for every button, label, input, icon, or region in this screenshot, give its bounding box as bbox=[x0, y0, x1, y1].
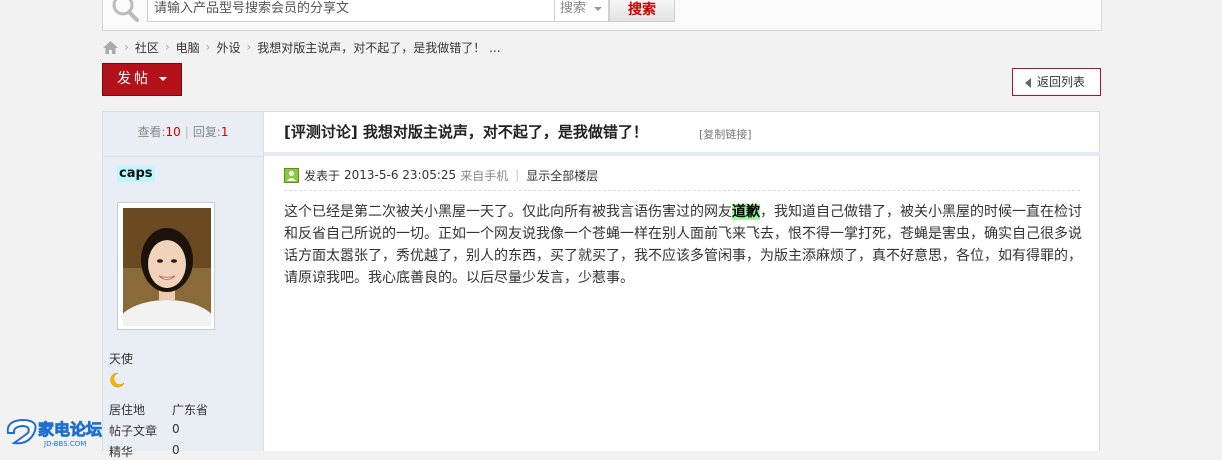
post-content: 这个已经是第二次被关小黑屋一天了。仅此向所有被我言语伤害过的网友道歉，我知道自己… bbox=[284, 201, 1084, 289]
search-type-select[interactable]: 搜索 bbox=[555, 0, 609, 22]
author-rank: 天使 bbox=[109, 352, 134, 366]
chevron-right-icon: › bbox=[164, 40, 170, 54]
chevron-right-icon: › bbox=[246, 40, 252, 54]
search-input[interactable]: 请输入产品型号搜索会员的分享文 bbox=[147, 0, 555, 22]
back-to-list-label: 返回列表 bbox=[1037, 75, 1086, 89]
chevron-down-icon bbox=[159, 77, 167, 81]
thread-stats: 查看:10 | 回复:1 bbox=[103, 112, 263, 152]
home-icon[interactable] bbox=[103, 40, 118, 54]
breadcrumb-item[interactable]: 社区 bbox=[135, 39, 159, 56]
divider bbox=[284, 190, 1080, 191]
post-source: 来自手机 bbox=[460, 168, 509, 183]
logo-domain-text: JD-BBS.COM bbox=[43, 440, 86, 448]
chevron-right-icon: › bbox=[124, 40, 129, 54]
breadcrumb-current[interactable]: 我想对版主说声，对不起了，是我做错了！ ... bbox=[257, 39, 500, 56]
info-value: 广东省 bbox=[172, 403, 209, 417]
online-status-icon bbox=[284, 167, 299, 183]
divider bbox=[103, 156, 263, 157]
post-text: 这个已经是第二次被关小黑屋一天了。仅此向所有被我言语伤害过的网友 bbox=[284, 204, 732, 220]
search-icon[interactable] bbox=[110, 0, 140, 22]
new-post-button[interactable]: 发帖 bbox=[102, 63, 182, 96]
post-timestamp: 2013-5-6 23:05:25 bbox=[344, 168, 457, 182]
search-button[interactable]: 搜索 bbox=[609, 0, 675, 22]
back-to-list-button[interactable]: 返回列表 bbox=[1012, 68, 1101, 96]
info-value: 0 bbox=[172, 443, 180, 457]
views-count: 10 bbox=[165, 125, 181, 139]
posted-label: 发表于 bbox=[304, 168, 341, 183]
moon-icon bbox=[110, 372, 125, 388]
chevron-right-icon: › bbox=[205, 40, 211, 54]
views-label: 查看: bbox=[137, 125, 166, 139]
show-all-floors-link[interactable]: 显示全部楼层 bbox=[526, 167, 598, 184]
divider: | bbox=[184, 125, 189, 139]
divider: | bbox=[515, 168, 520, 182]
site-logo: 家电论坛 JD-BBS.COM bbox=[6, 418, 102, 448]
replies-label: 回复: bbox=[192, 125, 221, 139]
post-meta: 发表于 2013-5-6 23:05:25 来自手机 | 显示全部楼层 bbox=[284, 166, 598, 184]
arrow-left-icon bbox=[1025, 78, 1031, 88]
info-value: 0 bbox=[172, 422, 180, 436]
replies-count: 1 bbox=[220, 125, 229, 139]
chevron-down-icon bbox=[594, 7, 602, 11]
search-type-label: 搜索 bbox=[560, 1, 587, 16]
author-name[interactable]: caps bbox=[117, 166, 155, 182]
breadcrumb-item[interactable]: 电脑 bbox=[176, 39, 200, 56]
highlighted-keyword[interactable]: 道歉 bbox=[732, 204, 760, 220]
new-post-label: 发帖 bbox=[117, 71, 151, 87]
breadcrumb: › 社区 › 电脑 › 外设 › 我想对版主说声，对不起了，是我做错了！ ... bbox=[103, 37, 501, 57]
logo-brand-text: 家电论坛 bbox=[38, 420, 102, 439]
copy-link-button[interactable]: [复制链接] bbox=[699, 126, 752, 142]
avatar[interactable] bbox=[123, 208, 211, 326]
thread-title: [评测讨论] 我想对版主说声，对不起了，是我做错了！ bbox=[284, 123, 648, 141]
breadcrumb-item[interactable]: 外设 bbox=[216, 39, 240, 56]
